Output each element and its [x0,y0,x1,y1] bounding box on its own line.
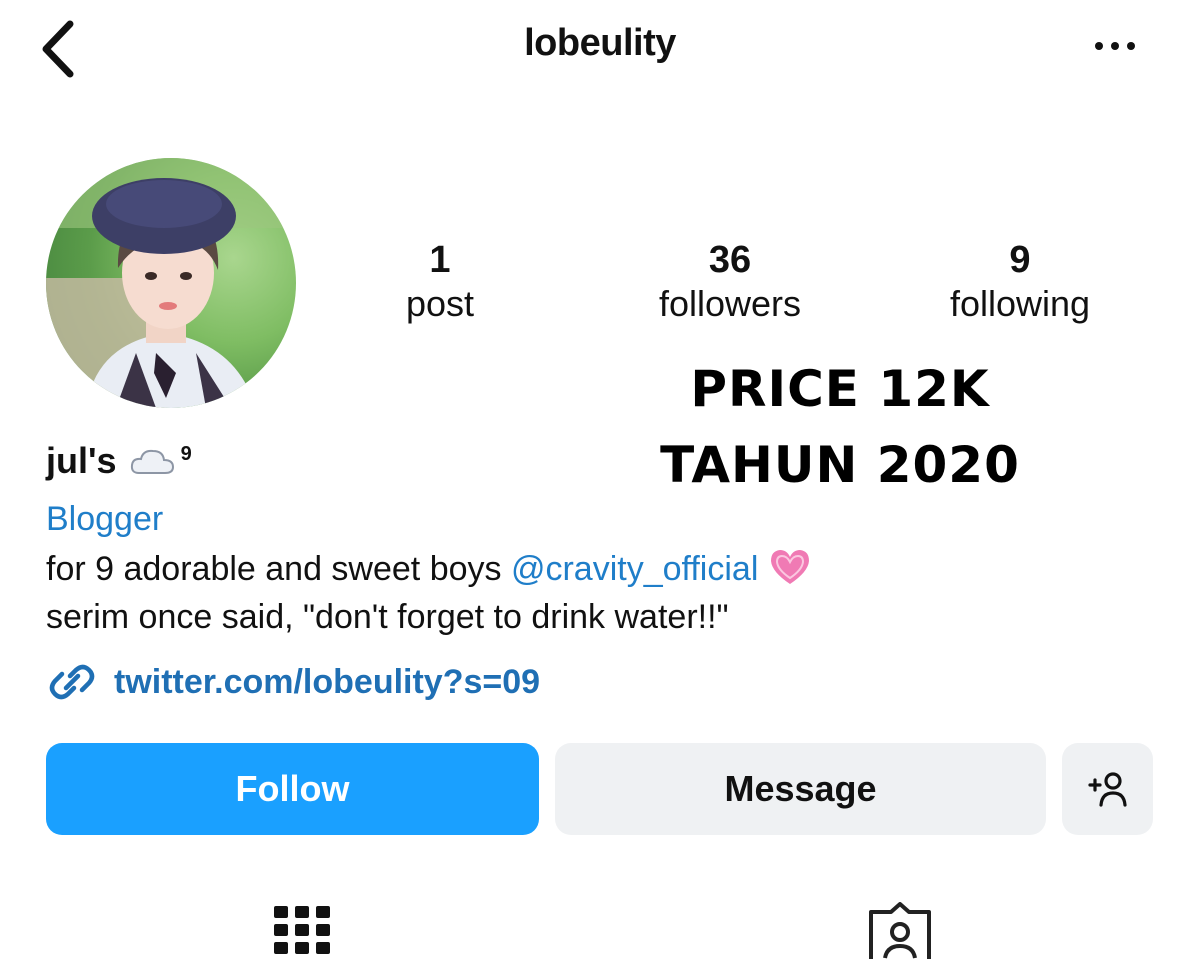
price-overlay-text: PRICE 12K [690,360,990,418]
bio-line-2: serim once said, "don't forget to drink … [46,598,729,636]
bio-line-1-text: for 9 adorable and sweet boys [46,550,511,588]
cloud-icon [130,449,174,474]
followers-count-value: 36 [708,239,752,281]
message-button[interactable]: Message [555,743,1046,835]
profile-avatar[interactable] [46,158,296,408]
tab-posts-grid[interactable] [272,902,332,959]
following-count-value: 9 [1009,239,1031,281]
profile-category: Blogger [46,500,164,538]
followers-count-label: followers [658,283,802,324]
following-count[interactable]: 9 following [900,238,1140,326]
grid-icon [274,906,330,954]
profile-link-text: twitter.com/lobeulity?s=09 [114,662,541,701]
posts-count-label: post [405,283,475,324]
posts-count-value: 1 [429,239,451,281]
year-overlay-text: TAHUN 2020 [660,436,1020,494]
tab-tagged[interactable] [865,902,935,964]
suggested-users-button[interactable] [1062,743,1153,835]
more-options-icon-dot [1127,42,1135,50]
link-icon [49,664,95,700]
display-name-suffix: 9 [180,442,192,465]
follow-button[interactable]: Follow [46,743,539,835]
more-options-icon [1095,42,1103,50]
tagged-icon [869,902,931,964]
bio-line-1: for 9 adorable and sweet boys @cravity_o… [46,548,812,589]
add-user-icon [1087,772,1127,807]
bio-mention-link[interactable]: @cravity_official [511,550,758,588]
profile-external-link[interactable]: twitter.com/lobeulity?s=09 [46,660,540,704]
following-count-label: following [949,283,1091,324]
display-name: jul's [46,440,117,481]
avatar-image [46,158,296,408]
more-options-icon-dot [1111,42,1119,50]
posts-count: 1 post [320,238,560,326]
profile-username-title: lobeulity [524,22,676,64]
heart-icon [771,550,810,584]
followers-count[interactable]: 36 followers [610,238,850,326]
display-name-row: jul's 9 [46,440,192,482]
more-options-button[interactable] [1082,34,1148,58]
